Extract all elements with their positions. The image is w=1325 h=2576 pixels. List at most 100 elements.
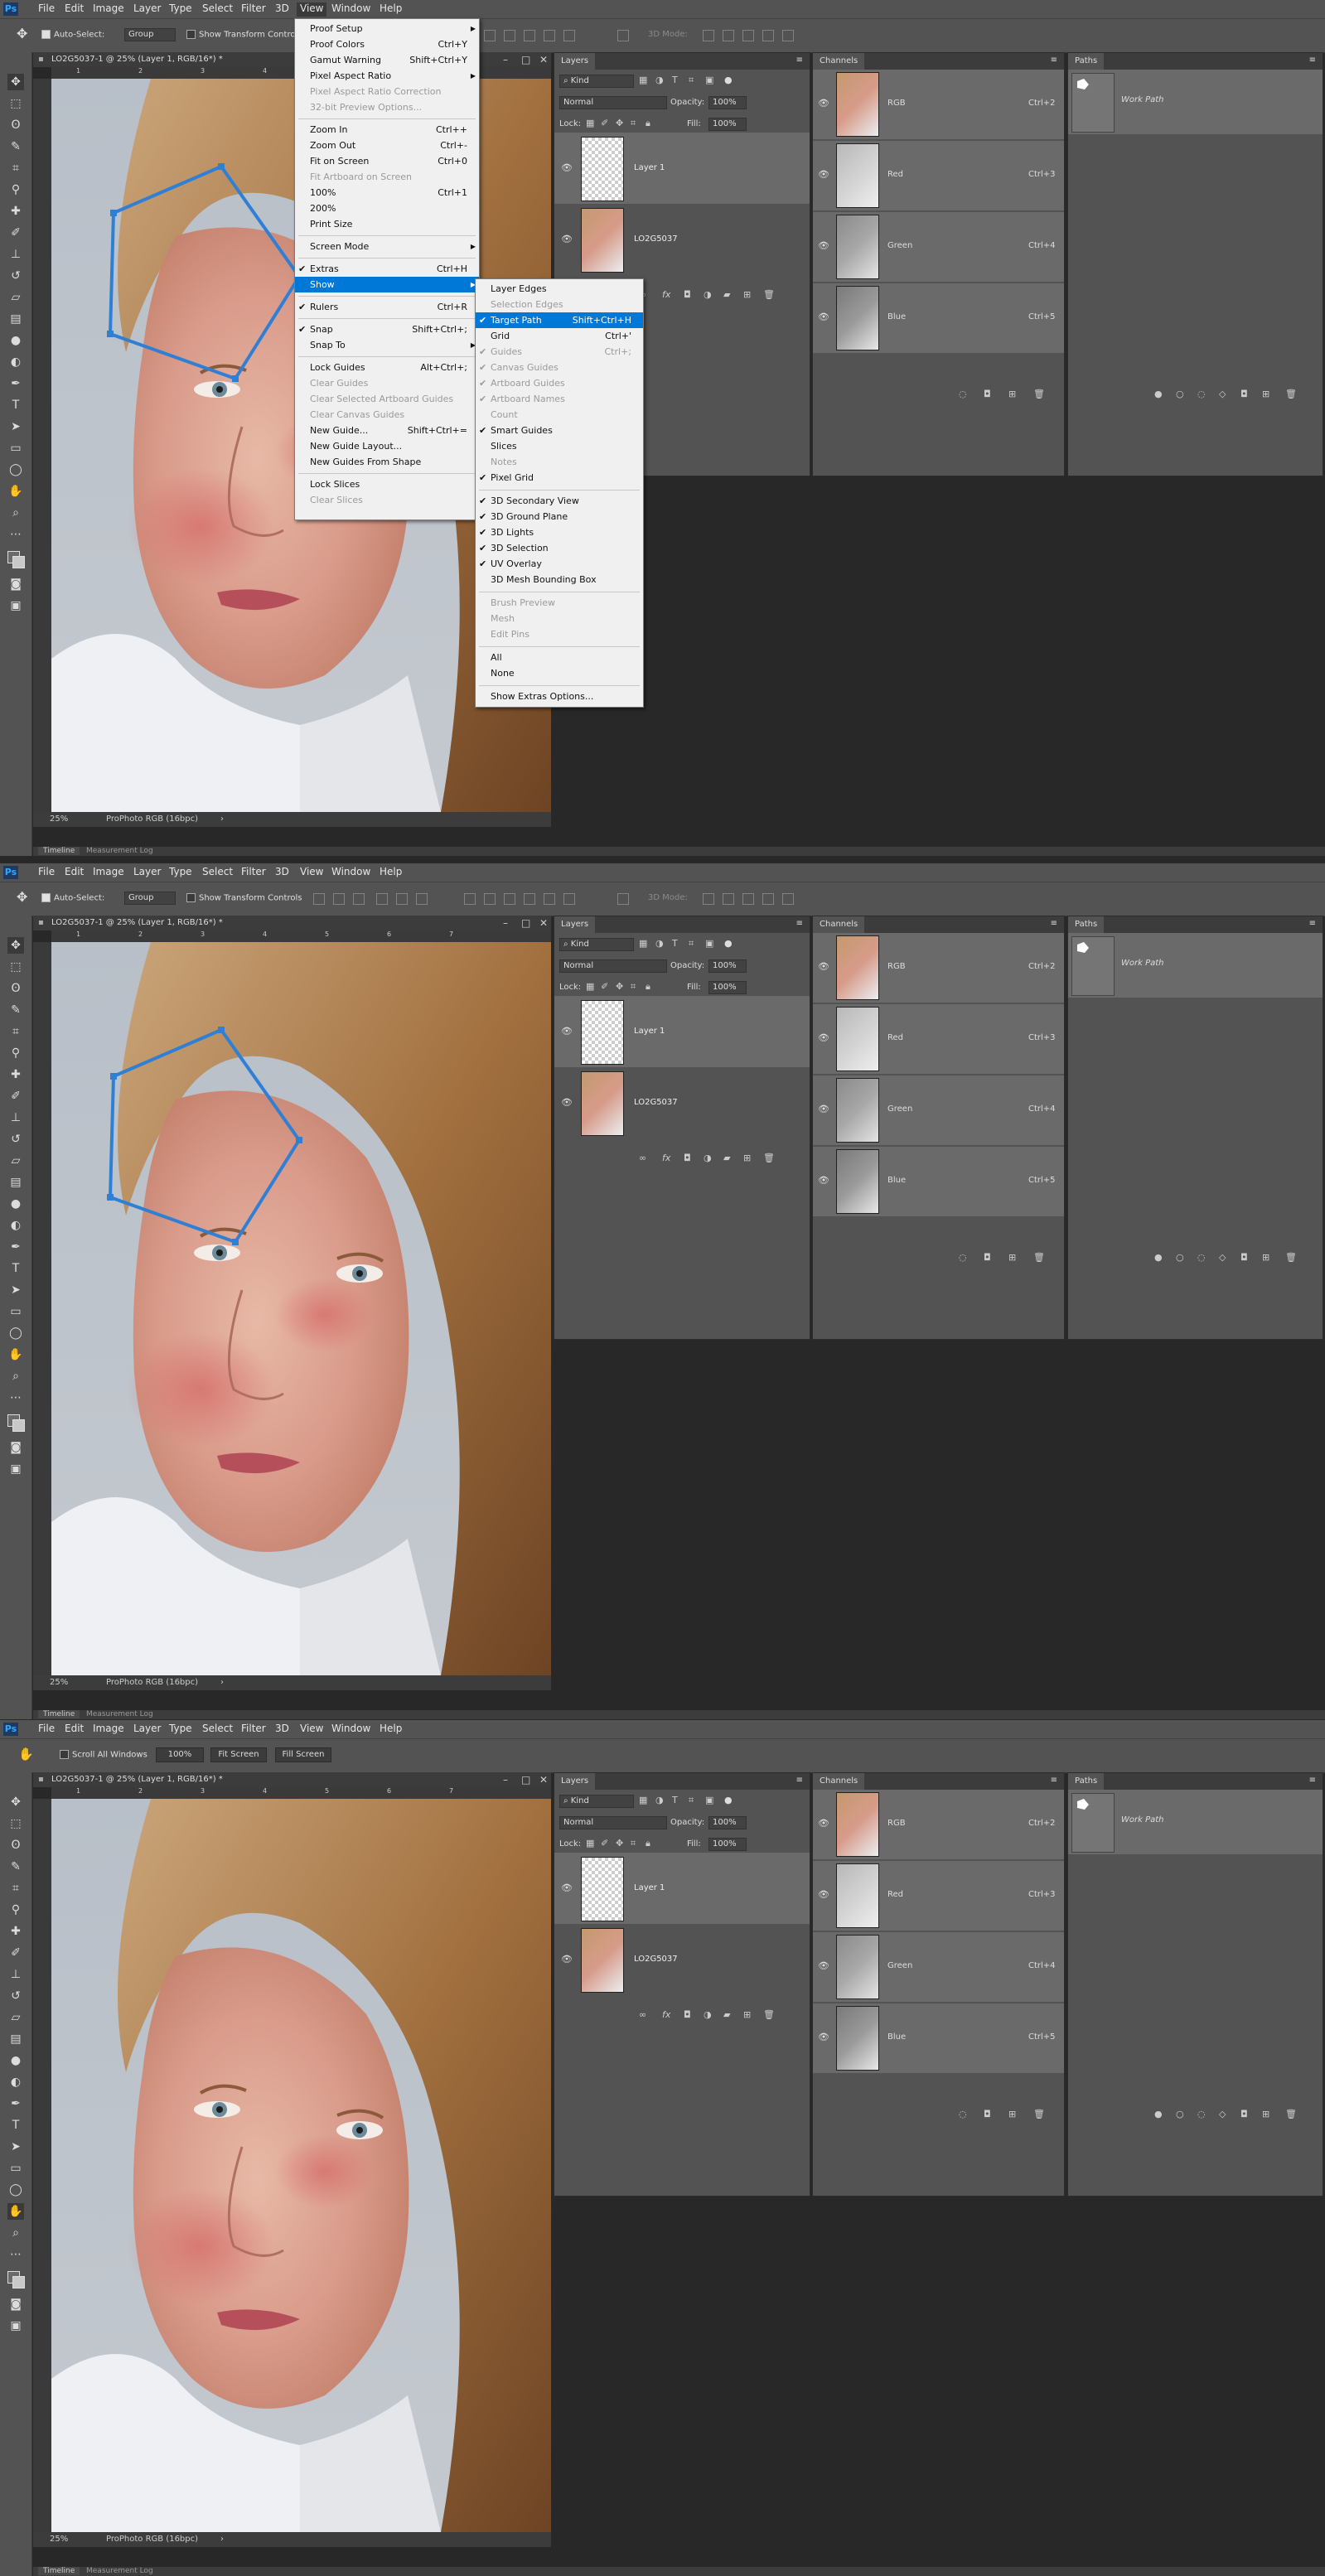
layer-filter-dropdown[interactable]: ⌕ Kind [559,1795,634,1808]
move-tool-icon[interactable]: ✥ [7,937,24,954]
delete-layer-icon[interactable]: 🗑︎ [763,289,775,300]
blur-tool-icon[interactable]: ● [7,2052,24,2069]
lasso-tool-icon[interactable]: ʘ [7,117,24,133]
visibility-eye-icon[interactable]: 👁︎ [818,1889,829,1900]
link-layers-icon[interactable]: ∞ [639,1153,646,1163]
more-tools-icon[interactable]: ⋯ [7,1389,24,1406]
path-row-work-path[interactable]: Work Path [1068,1790,1323,1854]
measurement-log-tab[interactable]: Measurement Log [86,847,153,855]
lock-position-icon[interactable]: ✥ [616,1838,623,1849]
scroll-all-windows-checkbox[interactable]: Scroll All Windows [60,1750,147,1760]
menu-item-snap[interactable]: ✔ Snap Shift+Ctrl+; [295,321,479,337]
save-selection-icon[interactable]: ◘ [984,1252,991,1263]
filter-toggle-icon[interactable]: ● [724,1795,733,1805]
hand-tool-icon[interactable]: ✋ [7,2203,24,2220]
menu-item-notes[interactable]: Notes [476,454,643,470]
visibility-eye-icon[interactable]: 👁︎ [818,1032,829,1043]
marquee-tool-icon[interactable]: ⬚ [7,95,24,112]
fx-icon[interactable]: fx [662,1153,670,1163]
show-transform-controls-checkbox[interactable]: Show Transform Controls [186,30,302,40]
channel-row-green[interactable]: 👁︎ Green Ctrl+4 [813,1932,1064,2002]
fill-path-icon[interactable]: ● [1154,1252,1163,1263]
path-row-work-path[interactable]: Work Path [1068,70,1323,134]
save-selection-icon[interactable]: ◘ [984,389,991,399]
menu-item-new-guide-layout[interactable]: New Guide Layout... [295,438,479,454]
minimize-icon[interactable]: – [503,52,508,67]
visibility-eye-icon[interactable]: 👁︎ [561,1097,573,1108]
blend-mode-dropdown[interactable]: Normal [559,96,667,109]
layer-name[interactable]: LO2G5037 [634,1098,678,1107]
quick-select-tool-icon[interactable]: ✎ [7,1858,24,1875]
delete-path-icon[interactable]: 🗑︎ [1285,389,1297,399]
menu-item-slices[interactable]: Slices [476,438,643,454]
3d-pan-icon[interactable] [742,30,754,41]
fill-screen-button[interactable]: Fill Screen [275,1747,331,1762]
layer-row-background[interactable]: 👁︎ LO2G5037 [554,1924,810,1995]
layer-row-layer1[interactable]: 👁︎ Layer 1 [554,133,810,204]
menu-item-clear-slices[interactable]: Clear Slices [295,492,479,508]
minimize-icon[interactable]: – [503,1772,508,1787]
menu-item-pixel-aspect-ratio-correction[interactable]: Pixel Aspect Ratio Correction [295,84,479,99]
rectangle-tool-icon[interactable]: ▭ [7,2160,24,2177]
filter-smart-icon[interactable]: ▣ [705,938,713,949]
add-mask-icon[interactable]: ◘ [684,289,691,300]
delete-path-icon[interactable]: 🗑︎ [1285,2109,1297,2119]
zoom-level[interactable]: 25% [50,1675,68,1690]
lock-position-icon[interactable]: ✥ [616,118,623,128]
path-row-work-path[interactable]: Work Path [1068,933,1323,998]
lock-position-icon[interactable]: ✥ [616,981,623,992]
filter-type-icon[interactable]: T [672,75,678,85]
3d-slide-icon[interactable] [762,30,774,41]
menu-select[interactable]: Select [202,1723,233,1734]
menu-type[interactable]: Type [169,866,192,877]
menu-help[interactable]: Help [380,1723,402,1734]
channels-tab[interactable]: Channels [813,916,865,933]
timeline-tab[interactable]: Timeline [38,847,80,855]
lock-artboard-icon[interactable]: ⌗ [631,1838,636,1849]
adjustment-layer-icon[interactable]: ◑ [704,2009,712,2020]
lock-all-icon[interactable]: 🔒︎ [646,1838,650,1849]
ellipse-tool-icon[interactable]: ◯ [7,2182,24,2198]
visibility-eye-icon[interactable]: 👁︎ [818,169,829,180]
menu-item-all[interactable]: All [476,650,643,665]
menu-item-32-bit-preview-options[interactable]: 32-bit Preview Options... [295,99,479,115]
filter-adjustment-icon[interactable]: ◑ [655,938,664,949]
visibility-eye-icon[interactable]: 👁︎ [818,961,829,972]
image-canvas[interactable] [51,942,551,1675]
distribute-right-icon[interactable] [563,30,575,41]
blur-tool-icon[interactable]: ● [7,332,24,349]
close-icon[interactable]: ✕ [539,52,548,67]
clone-stamp-tool-icon[interactable]: ⊥ [7,1966,24,1983]
menu-item-clear-selected-artboard-guides[interactable]: Clear Selected Artboard Guides [295,391,479,407]
layer-row-layer1[interactable]: 👁︎ Layer 1 [554,996,810,1067]
menu-item-gamut-warning[interactable]: Gamut Warning Shift+Ctrl+Y [295,52,479,68]
menu-edit[interactable]: Edit [65,1723,84,1734]
filter-adjustment-icon[interactable]: ◑ [655,1795,664,1805]
rectangle-tool-icon[interactable]: ▭ [7,440,24,457]
panel-menu-icon[interactable]: ≡ [1309,1776,1316,1785]
menu-item-lock-slices[interactable]: Lock Slices [295,476,479,492]
ellipse-tool-icon[interactable]: ◯ [7,462,24,478]
menu-item-3d-lights[interactable]: ✔ 3D Lights [476,524,643,540]
filter-shape-icon[interactable]: ⌗ [689,938,694,950]
menu-edit[interactable]: Edit [65,866,84,877]
screen-mode-icon[interactable]: ▣ [7,1461,24,1477]
eraser-tool-icon[interactable]: ▱ [7,2009,24,2026]
screen-mode-icon[interactable]: ▣ [7,597,24,614]
healing-brush-tool-icon[interactable]: ✚ [7,1066,24,1083]
menu-type[interactable]: Type [169,2,192,14]
menu-help[interactable]: Help [380,866,402,877]
dodge-tool-icon[interactable]: ◐ [7,1217,24,1234]
auto-align-icon[interactable] [617,893,629,905]
fill-field[interactable]: 100% [708,1838,747,1851]
type-tool-icon[interactable]: T [7,2117,24,2134]
clone-stamp-tool-icon[interactable]: ⊥ [7,1109,24,1126]
menu-select[interactable]: Select [202,2,233,14]
visibility-eye-icon[interactable]: 👁︎ [818,2032,829,2042]
add-mask-icon[interactable]: ◘ [684,1153,691,1163]
paths-tab[interactable]: Paths [1068,916,1105,933]
visibility-eye-icon[interactable]: 👁︎ [818,1175,829,1186]
menu-item-grid[interactable]: Grid Ctrl+' [476,328,643,344]
document-tab[interactable]: ▪ LO2G5037-1 @ 25% (Layer 1, RGB/16*) * … [33,916,551,930]
3d-pan-icon[interactable] [742,893,754,905]
